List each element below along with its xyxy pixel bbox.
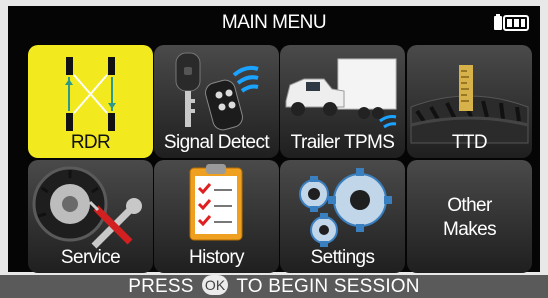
tile-service[interactable]: Service xyxy=(28,160,153,273)
footer-text-after: TO BEGIN SESSION xyxy=(236,276,420,297)
tile-other-makes[interactable]: Other Makes xyxy=(407,160,532,273)
tpms-tool-screen: MAIN MENU RDR Signal Detect Trailer TPMS… xyxy=(0,0,548,298)
footer-text-before: PRESS xyxy=(128,276,194,297)
tile-ttd[interactable]: TTD xyxy=(407,45,532,158)
header-bar: MAIN MENU xyxy=(8,6,540,39)
tile-history[interactable]: History xyxy=(154,160,279,273)
tile-label-other-makes: Other Makes xyxy=(407,194,532,242)
menu-grid: RDR Signal Detect Trailer TPMS TTD Servi… xyxy=(8,39,540,273)
tile-label-other-makes-line1: Other xyxy=(447,195,492,216)
tile-label-ttd: TTD xyxy=(451,132,488,153)
status-bar: PRESS OK TO BEGIN SESSION xyxy=(0,275,548,298)
tile-label-history: History xyxy=(189,247,245,268)
tile-rdr[interactable]: RDR xyxy=(28,45,153,158)
ok-key-icon: OK xyxy=(202,275,229,296)
battery-icon xyxy=(494,14,529,31)
page-title: MAIN MENU xyxy=(221,12,327,33)
tile-label-signal-detect: Signal Detect xyxy=(163,132,270,153)
tile-label-rdr: RDR xyxy=(70,132,111,153)
tile-settings[interactable]: Settings xyxy=(280,160,405,273)
tile-label-service: Service xyxy=(60,247,121,268)
tile-label-trailer-tpms: Trailer TPMS xyxy=(290,132,395,153)
tile-label-other-makes-line2: Makes xyxy=(443,219,497,240)
tile-trailer-tpms[interactable]: Trailer TPMS xyxy=(280,45,405,158)
tile-label-settings: Settings xyxy=(310,247,375,268)
tile-signal-detect[interactable]: Signal Detect xyxy=(154,45,279,158)
